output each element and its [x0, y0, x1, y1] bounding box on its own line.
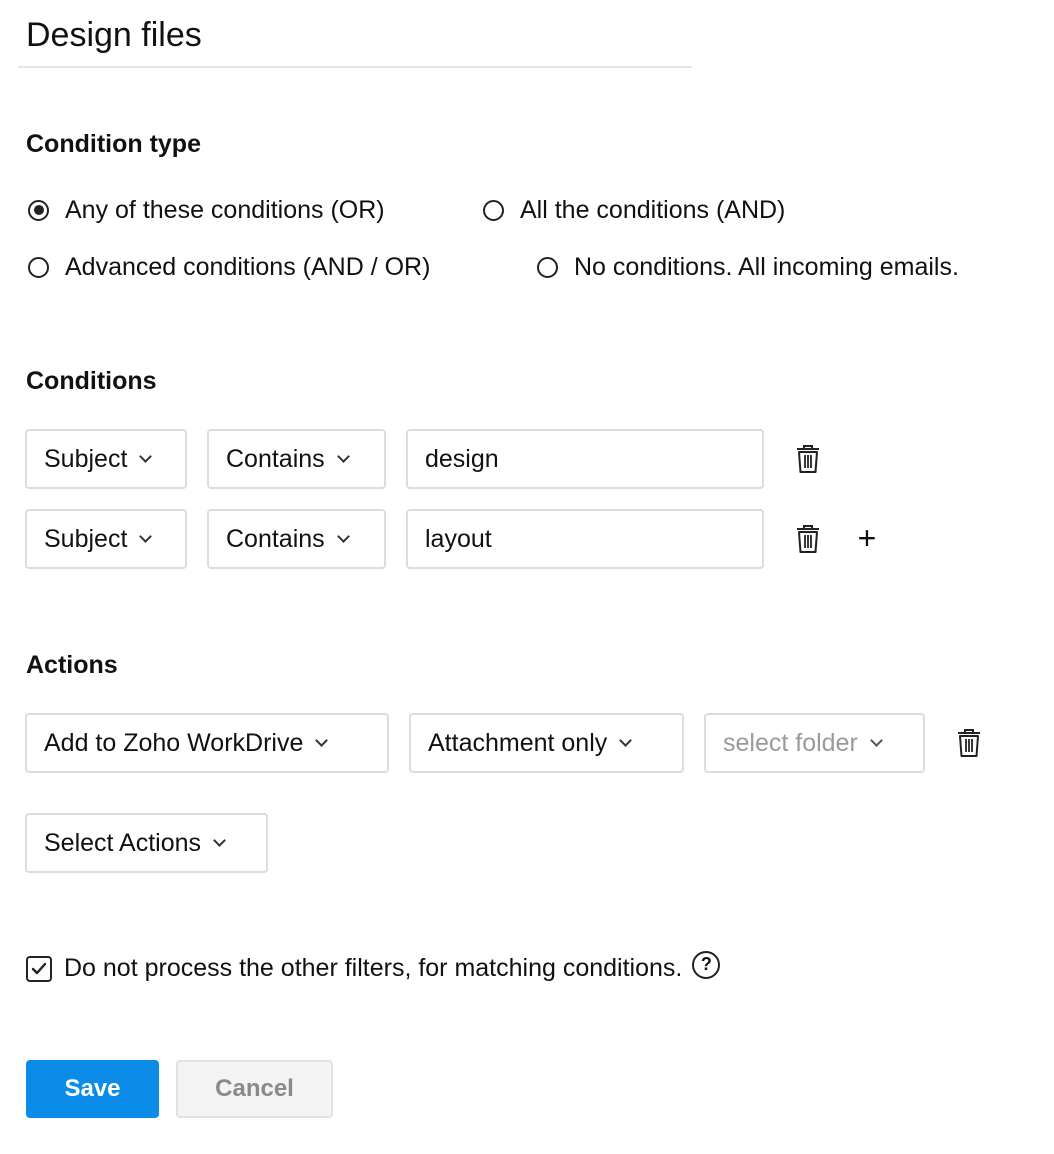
- select-value: Contains: [226, 444, 325, 473]
- select-placeholder: select folder: [723, 728, 858, 757]
- condition-field-select[interactable]: Subject: [25, 429, 187, 489]
- chevron-down-icon: [315, 734, 329, 747]
- chevron-down-icon: [139, 450, 153, 463]
- select-value: Select Actions: [44, 828, 202, 857]
- radio-label: All the conditions (AND): [520, 195, 786, 224]
- radio-checked-icon: [28, 199, 49, 221]
- radio-label: Any of these conditions (OR): [65, 195, 385, 224]
- condition-type-title: Condition type: [26, 130, 201, 158]
- chevron-down-icon: [213, 834, 226, 847]
- chevron-down-icon: [336, 450, 350, 463]
- condition-value-input[interactable]: [406, 509, 764, 569]
- select-actions-dropdown[interactable]: Select Actions: [25, 813, 268, 873]
- filter-name-field[interactable]: Design files: [18, 10, 692, 68]
- select-value: Subject: [44, 524, 128, 553]
- trash-icon: [797, 525, 819, 553]
- radio-unchecked-icon: [483, 199, 504, 221]
- help-icon[interactable]: ?: [692, 950, 721, 979]
- select-value: Attachment only: [428, 728, 608, 757]
- stop-processing-checkbox[interactable]: [26, 955, 52, 982]
- trash-icon: [958, 729, 980, 757]
- actions-title: Actions: [26, 651, 118, 679]
- cancel-button[interactable]: Cancel: [176, 1060, 333, 1118]
- chevron-down-icon: [139, 530, 153, 543]
- delete-condition-button[interactable]: [793, 523, 823, 555]
- add-condition-button[interactable]: +: [855, 522, 879, 554]
- filter-editor: Design files Condition type Any of these…: [0, 0, 1054, 1154]
- condition-operator-select[interactable]: Contains: [207, 509, 386, 569]
- radio-advanced-conditions[interactable]: Advanced conditions (AND / OR): [28, 250, 430, 284]
- filter-name-text: Design files: [26, 16, 202, 54]
- delete-condition-button[interactable]: [793, 443, 823, 475]
- radio-any-conditions[interactable]: Any of these conditions (OR): [28, 193, 385, 227]
- select-value: Contains: [226, 524, 325, 553]
- radio-label: No conditions. All incoming emails.: [574, 252, 959, 281]
- action-type-select[interactable]: Add to Zoho WorkDrive: [25, 713, 389, 773]
- select-value: Subject: [44, 444, 128, 473]
- save-button[interactable]: Save: [26, 1060, 159, 1118]
- check-icon: [31, 962, 47, 974]
- chevron-down-icon: [336, 530, 350, 543]
- radio-all-conditions[interactable]: All the conditions (AND): [483, 193, 785, 227]
- chevron-down-icon: [869, 734, 883, 747]
- condition-field-select[interactable]: Subject: [25, 509, 187, 569]
- plus-icon: +: [857, 520, 877, 556]
- action-option-select[interactable]: Attachment only: [409, 713, 684, 773]
- trash-icon: [797, 445, 819, 473]
- condition-value-input[interactable]: [406, 429, 764, 489]
- condition-operator-select[interactable]: Contains: [207, 429, 386, 489]
- folder-select[interactable]: select folder: [704, 713, 925, 773]
- stop-processing-label: Do not process the other filters, for ma…: [64, 954, 683, 982]
- conditions-title: Conditions: [26, 367, 157, 395]
- radio-unchecked-icon: [28, 256, 49, 278]
- radio-unchecked-icon: [537, 256, 558, 278]
- delete-action-button[interactable]: [954, 727, 984, 759]
- stop-processing-row: Do not process the other filters, for ma…: [26, 950, 721, 983]
- chevron-down-icon: [619, 734, 633, 747]
- select-value: Add to Zoho WorkDrive: [44, 728, 304, 757]
- radio-no-conditions[interactable]: No conditions. All incoming emails.: [537, 250, 959, 284]
- radio-label: Advanced conditions (AND / OR): [65, 252, 431, 281]
